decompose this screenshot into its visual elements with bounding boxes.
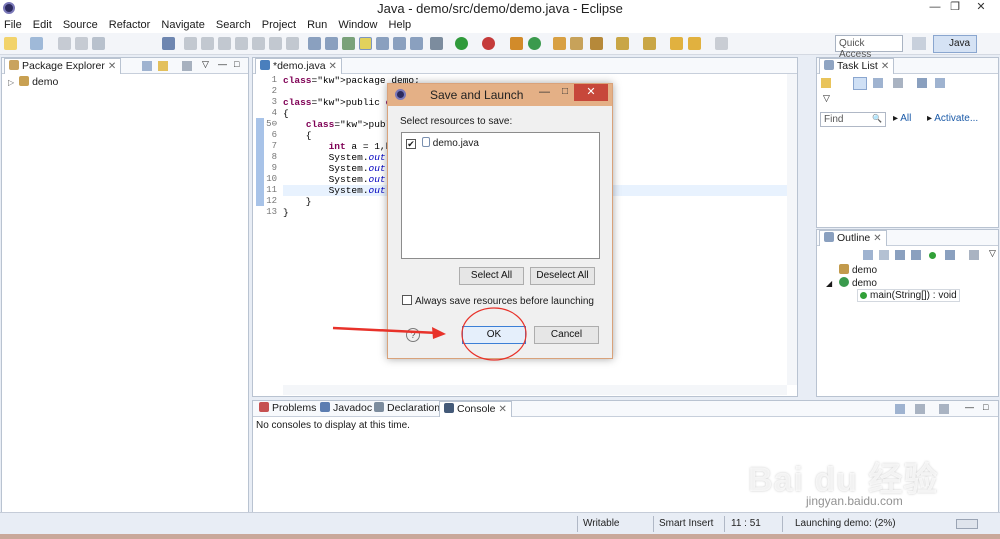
- highlight-circle: [461, 307, 527, 361]
- pointer-arrow-line: [332, 326, 439, 335]
- annotation-overlay: [332, 307, 527, 361]
- pointer-arrow-head-icon: [432, 327, 446, 339]
- taskbar-strip: [0, 534, 1000, 539]
